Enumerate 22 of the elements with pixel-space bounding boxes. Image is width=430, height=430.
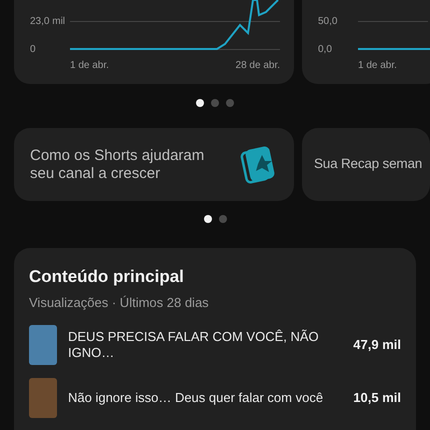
axis-label: 0,0	[317, 42, 333, 56]
axis-label: 1 de abr.	[358, 59, 397, 73]
promo-text: Como os Shorts ajudaram seu canal a crescer	[30, 146, 206, 182]
view-count: 47,9 mil	[353, 336, 401, 354]
chart-card[interactable]: 23,0 mil 0 1 de abr. 28 de abr.	[14, 0, 294, 84]
axis-label: 28 de abr.	[236, 59, 280, 73]
video-title[interactable]: DEUS PRECISA FALAR COM VOCÊ, NÃO IGNO…	[68, 329, 342, 361]
card-title: Conteúdo principal	[29, 266, 185, 288]
view-count: 10,5 mil	[353, 389, 401, 408]
axis-label: 50,0	[317, 14, 338, 28]
axis-label: 23,0 mil	[29, 14, 66, 28]
promo-card[interactable]: Sua Recap seman	[302, 128, 430, 201]
axis-label: 0	[29, 42, 37, 56]
video-thumbnail[interactable]	[29, 378, 57, 418]
chart-card[interactable]: 50,0 0,0 1 de abr.	[302, 0, 430, 84]
video-title[interactable]: Não ignore isso… Deus quer falar com você	[68, 390, 342, 406]
views-line	[358, 48, 430, 50]
axis-label: 1 de abr.	[70, 59, 109, 73]
promo-card[interactable]: Como os Shorts ajudaram seu canal a crescer	[14, 128, 294, 201]
video-thumbnail[interactable]	[29, 325, 57, 365]
promo-text: Sua Recap seman	[314, 155, 422, 174]
card-subtitle: Visualizações · Últimos 28 dias	[29, 294, 210, 312]
